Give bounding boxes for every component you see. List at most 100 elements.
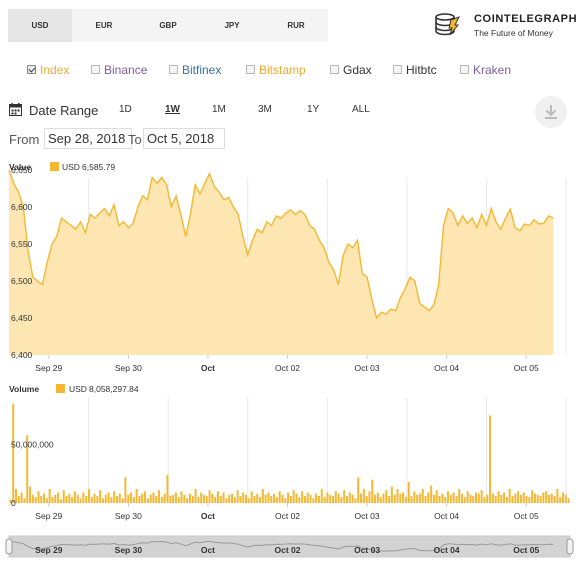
volume-bar — [424, 496, 427, 503]
zoom-1y[interactable]: 1Y — [307, 104, 319, 115]
volume-bar — [284, 498, 287, 503]
volume-bar — [376, 492, 379, 503]
volume-bar — [149, 494, 152, 503]
volume-bar — [211, 493, 214, 503]
volume-bar — [101, 498, 104, 503]
navigator-right-handle[interactable] — [566, 538, 574, 555]
volume-bar — [399, 493, 402, 503]
volume-bar — [483, 497, 486, 503]
to-date-input[interactable] — [143, 128, 225, 149]
checkbox[interactable] — [393, 65, 402, 74]
navigator-left-handle[interactable] — [5, 538, 13, 555]
volume-bar — [231, 493, 233, 503]
value-x-tick: Oct — [201, 363, 215, 373]
volume-bar — [250, 491, 253, 503]
volume-bar — [413, 491, 416, 503]
navigator-label: Sep 30 — [115, 545, 143, 555]
volume-legend-value: 8,058,297.84 — [89, 384, 139, 394]
volume-bar — [517, 491, 520, 503]
currency-tab-gbp[interactable]: GBP — [136, 9, 200, 42]
volume-bar — [191, 496, 194, 503]
volume-bar — [301, 491, 304, 503]
volume-bar — [306, 492, 309, 503]
volume-bar — [312, 498, 315, 503]
download-button[interactable] — [535, 96, 567, 128]
volume-bar — [273, 493, 276, 503]
checkbox[interactable] — [27, 65, 36, 74]
volume-title: Volume — [9, 384, 39, 394]
zoom-1d[interactable]: 1D — [119, 104, 132, 115]
volume-bar — [17, 496, 20, 503]
value-legend-value: 6,585.79 — [82, 162, 115, 172]
volume-bar — [138, 496, 141, 503]
volume-bar — [337, 493, 340, 503]
volume-bar — [410, 496, 413, 503]
volume-bar — [317, 496, 320, 503]
volume-bar — [309, 494, 312, 503]
volume-bar — [115, 496, 118, 503]
volume-bar — [371, 479, 374, 503]
checkbox[interactable] — [169, 65, 178, 74]
volume-bar — [256, 493, 259, 503]
volume-bar — [40, 496, 43, 503]
volume-bar — [379, 497, 382, 503]
zoom-all[interactable]: ALL — [352, 104, 370, 115]
volume-bar — [461, 493, 463, 503]
volume-bar — [245, 494, 248, 503]
volume-bar — [357, 477, 360, 503]
zoom-1m[interactable]: 1M — [212, 104, 226, 115]
volume-bar — [446, 491, 449, 503]
currency-tab-jpy[interactable]: JPY — [200, 9, 264, 42]
value-x-tick: Oct 04 — [434, 363, 459, 373]
volume-bar — [533, 493, 536, 503]
volume-bar — [110, 497, 113, 503]
currency-tab-eur[interactable]: EUR — [72, 9, 136, 42]
download-icon — [545, 105, 557, 119]
zoom-3m[interactable]: 3M — [258, 104, 272, 115]
volume-bar — [90, 497, 93, 503]
to-label: To — [128, 132, 142, 147]
volume-bar — [242, 492, 245, 503]
currency-tab-usd[interactable]: USD — [8, 9, 72, 42]
volume-bar — [183, 494, 186, 503]
currency-tabs: USD EUR GBP JPY RUR — [8, 9, 328, 42]
volume-bar — [374, 494, 377, 503]
volume-y-tick: 50,000,000 — [11, 440, 54, 450]
value-y-tick: 6,600 — [11, 202, 33, 212]
volume-bar — [550, 493, 553, 503]
volume-bar — [99, 490, 102, 503]
volume-bar — [402, 492, 405, 503]
volume-bar — [393, 494, 396, 503]
volume-bar — [222, 492, 225, 503]
volume-bar — [438, 496, 441, 503]
volume-bar — [20, 492, 23, 503]
volume-bar — [491, 493, 494, 503]
checkbox[interactable] — [246, 65, 255, 74]
value-y-tick: 6,400 — [11, 350, 33, 360]
volume-bar — [346, 496, 348, 503]
volume-x-tick: Oct 03 — [355, 511, 380, 521]
volume-bar — [545, 491, 548, 503]
volume-bar — [180, 491, 183, 503]
checkbox[interactable] — [91, 65, 100, 74]
volume-bar — [469, 494, 472, 503]
currency-tab-rur[interactable]: RUR — [264, 9, 328, 42]
volume-bar — [34, 497, 37, 503]
volume-bar — [320, 489, 323, 503]
volume-bar — [186, 498, 189, 503]
navigator-label: Oct 02 — [275, 545, 301, 555]
volume-bar — [31, 494, 34, 503]
volume-x-tick: Oct 05 — [514, 511, 539, 521]
volume-bar — [85, 496, 88, 503]
price-volume-chart[interactable]: Value USD 6,585.796,4006,4506,5006,5506,60… — [0, 150, 579, 567]
brand-logo[interactable]: COINTELEGRAPH The Future of Money — [432, 10, 577, 42]
volume-bar — [194, 489, 197, 503]
value-x-tick: Sep 29 — [35, 363, 62, 373]
checkbox[interactable] — [330, 65, 339, 74]
zoom-1w[interactable]: 1W — [165, 104, 180, 115]
from-date-input[interactable] — [44, 128, 132, 149]
value-y-tick: 6,550 — [11, 239, 33, 249]
checkbox[interactable] — [460, 65, 469, 74]
volume-bar — [458, 489, 461, 503]
volume-bar — [281, 494, 284, 503]
